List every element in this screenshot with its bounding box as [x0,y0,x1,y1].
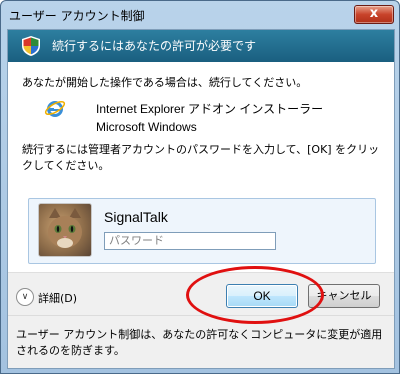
user-name: SignalTalk [104,209,168,225]
button-area: ∨ 詳細(D) OK キャンセル ユーザー アカウント制御は、あなたの許可なくコ… [8,273,394,368]
window-title: ユーザー アカウント制御 [9,9,145,23]
cat-avatar [48,208,82,248]
close-button[interactable]: x [354,5,394,24]
footer-divider [8,315,394,316]
password-input[interactable]: パスワード [104,232,276,250]
chevron-down-icon: ∨ [16,288,34,306]
internet-explorer-icon [44,100,66,117]
dialog-body: 続行するにはあなたの許可が必要です あなたが開始した操作である場合は、続行してく… [7,29,395,369]
cancel-button[interactable]: キャンセル [308,284,380,308]
instruction-text: 続行するには管理者アカウントのパスワードを入力して、[OK] をクリックしてくだ… [22,143,380,172]
footer-text: ユーザー アカウント制御は、あなたの許可なくコンピュータに変更が適用されるのを防… [16,328,383,357]
banner-text: 続行するにはあなたの許可が必要です [52,39,257,53]
credential-tile: SignalTalk パスワード [28,198,376,264]
user-avatar [38,203,92,257]
shield-icon [22,36,40,56]
ok-button[interactable]: OK [226,284,298,308]
intro-text: あなたが開始した操作である場合は、続行してください。 [22,76,308,89]
details-label: 詳細(D) [38,292,78,305]
program-publisher: Microsoft Windows [96,120,197,134]
program-name: Internet Explorer アドオン インストーラー [96,102,324,116]
consent-banner: 続行するにはあなたの許可が必要です [8,30,394,62]
uac-dialog-window: ユーザー アカウント制御 x 続行するにはあなたの許可が必要です あなたが開始し… [0,0,400,374]
